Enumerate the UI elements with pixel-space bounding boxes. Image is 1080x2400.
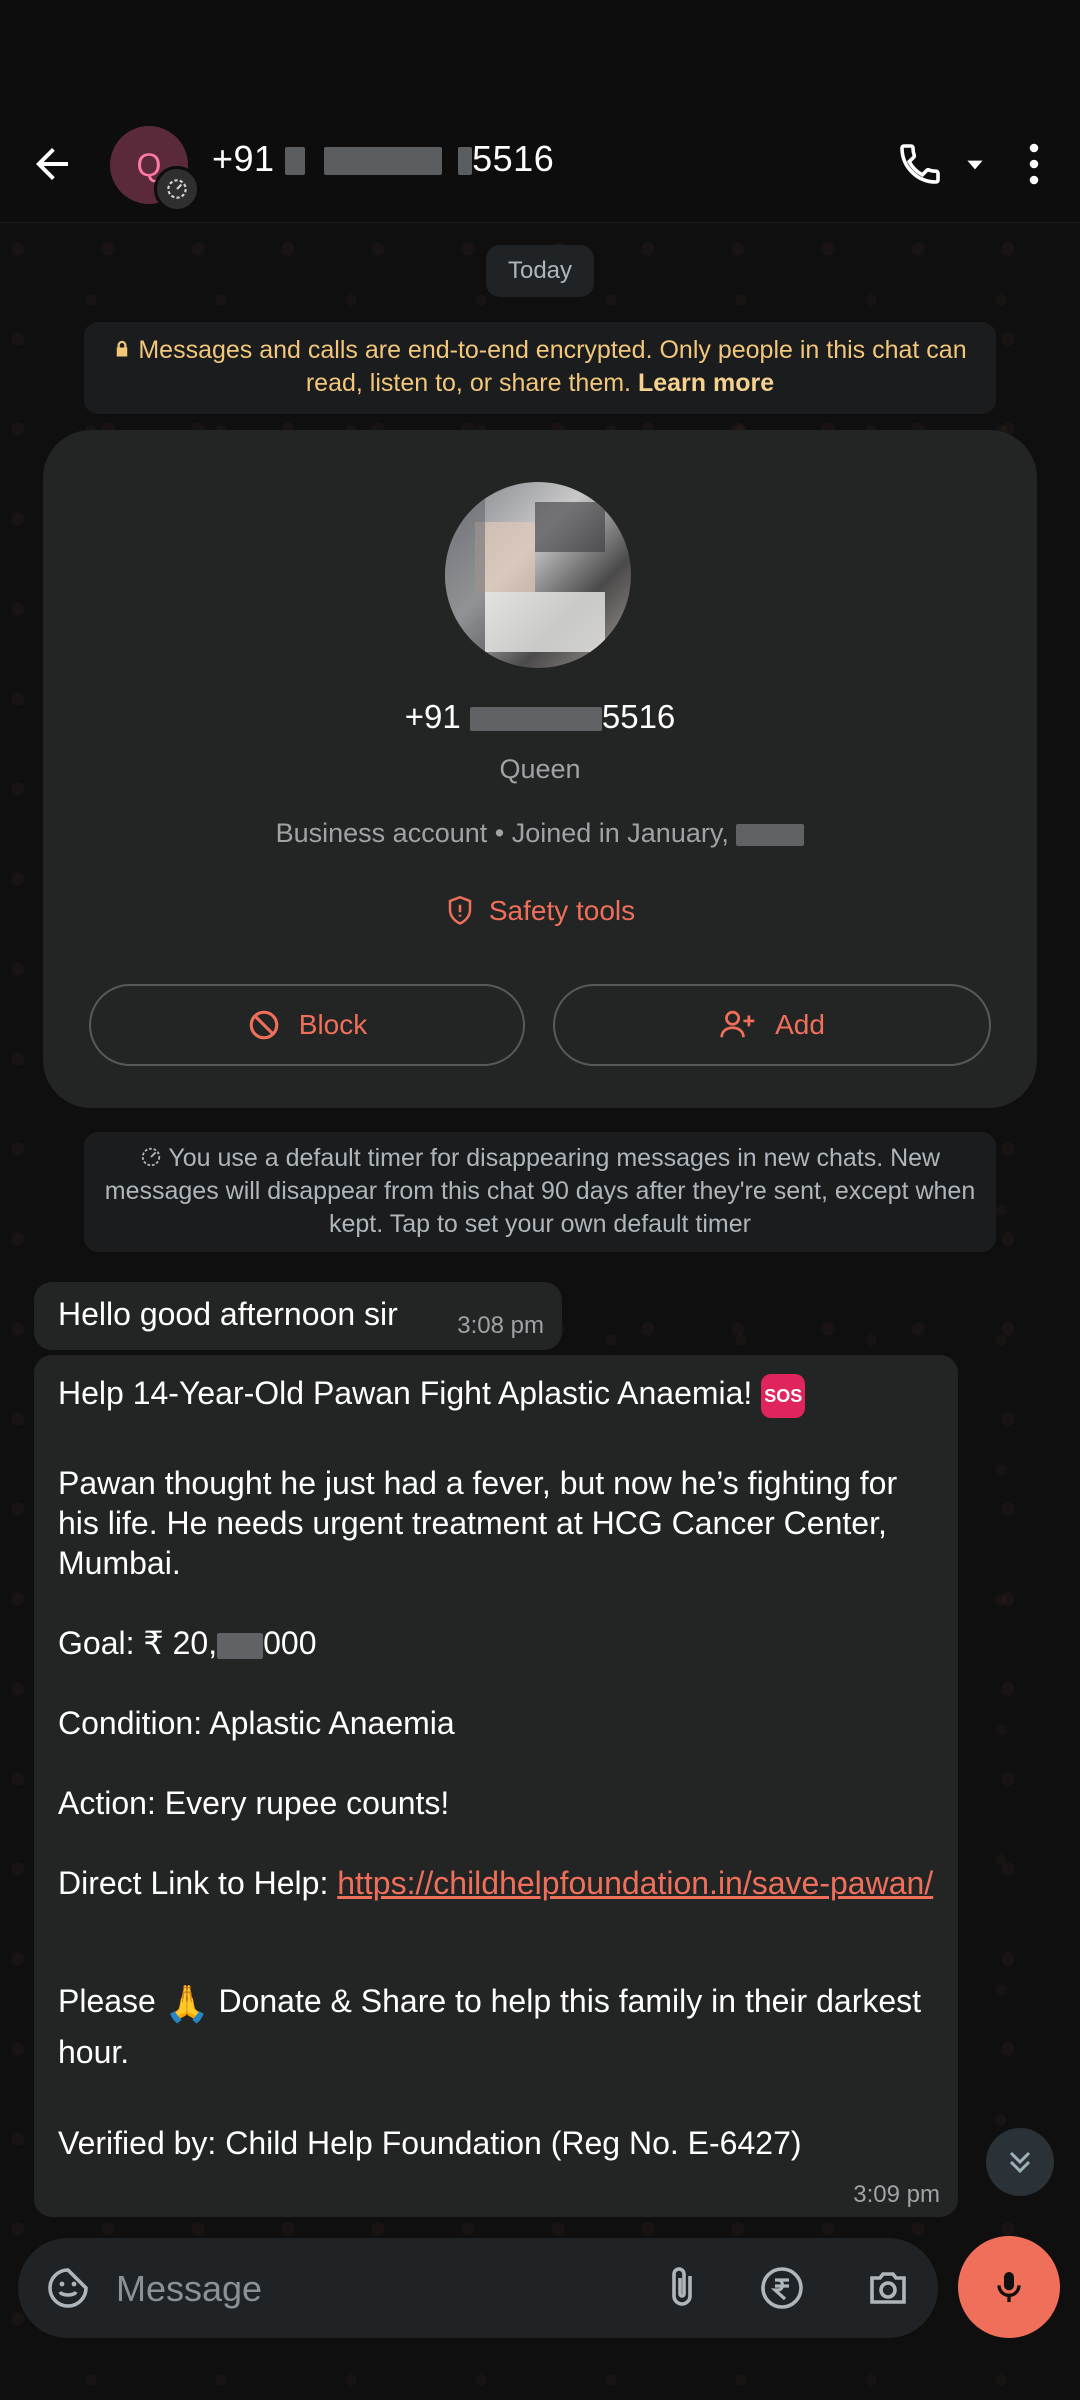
profile-name: Queen [499, 754, 581, 784]
message-text: Hello good afternoon sir [58, 1296, 398, 1332]
shield-icon [448, 895, 472, 925]
encryption-notice[interactable]: Messages and calls are end-to-end encryp… [84, 322, 996, 414]
disappearing-timer-notice[interactable]: You use a default timer for disappearing… [84, 1132, 996, 1252]
goal-suffix: 000 [263, 1625, 317, 1661]
double-chevron-down-icon [1009, 2151, 1031, 2174]
message-verified: Verified by: Child Help Foundation (Reg … [58, 2125, 802, 2161]
timer-icon [141, 1147, 161, 1167]
phone-icon[interactable] [896, 140, 944, 188]
title-prefix: +91 [212, 138, 275, 179]
timer-note-text: You use a default timer for disappearing… [104, 1144, 976, 1238]
profile-meta: Business account • Joined in January, [43, 818, 1037, 849]
pray-icon: 🙏 [164, 1982, 210, 2024]
redacted-digits [469, 707, 602, 732]
redacted-digits [458, 147, 473, 176]
sos-icon: SOS [761, 1373, 806, 1418]
message-goal: Goal: ₹ 20, 000 [58, 1623, 938, 1663]
back-arrow-icon[interactable] [28, 140, 76, 188]
message-time: 3:08 pm [457, 1312, 544, 1339]
title-suffix: 5516 [472, 138, 555, 179]
message-time: 3:09 pm [853, 2181, 940, 2208]
contact-title[interactable]: +91 5516 [212, 138, 554, 180]
timer-badge-icon [154, 166, 200, 212]
safety-tools-label: Safety tools [488, 895, 636, 926]
attach-icon[interactable] [658, 2264, 706, 2312]
message-link-line: Direct Link to Help: https://childhelpfo… [58, 1863, 938, 1903]
meta-text: Business account • Joined in January, [275, 818, 729, 848]
redacted-amount [217, 1632, 264, 1659]
encryption-text: Messages and calls are end-to-end encryp… [138, 336, 967, 397]
emoji-sticker-icon[interactable] [44, 2264, 92, 2312]
link-label: Direct Link to Help: [58, 1865, 329, 1901]
message-action: Action: Every rupee counts! [58, 1785, 450, 1821]
composer [18, 2238, 938, 2338]
chat-header: Q +91 5516 [0, 0, 1080, 223]
message-donate: Please 🙏 Donate & Share to help this fam… [58, 1977, 938, 2076]
scroll-to-bottom-button[interactable] [986, 2128, 1054, 2196]
profile-card: +91 5516 Queen Business account • Joined… [43, 430, 1037, 1108]
date-chip: Today [486, 245, 594, 297]
help-link[interactable]: https://childhelpfoundation.in/save-pawa… [337, 1865, 933, 1901]
message-bubble[interactable]: Hello good afternoon sir 3:08 pm [34, 1282, 562, 1350]
add-label: Add [775, 1009, 825, 1040]
message-condition: Condition: Aplastic Anaemia [58, 1705, 455, 1741]
more-vert-icon[interactable] [1018, 140, 1050, 188]
message-input[interactable] [114, 2258, 638, 2320]
learn-more-link[interactable]: Learn more [638, 369, 774, 397]
redacted-year [736, 823, 805, 846]
number-prefix: +91 [404, 698, 461, 735]
block-button[interactable]: Block [89, 984, 525, 1066]
rupee-icon[interactable] [758, 2264, 806, 2312]
safety-tools-link[interactable]: Safety tools [43, 894, 1037, 928]
message-paragraph: Pawan thought he just had a fever, but n… [58, 1465, 898, 1581]
lock-icon [117, 340, 128, 357]
message-bubble[interactable]: Help 14-Year-Old Pawan Fight Aplastic An… [34, 1355, 958, 2217]
title-text: Help 14-Year-Old Pawan Fight Aplastic An… [58, 1375, 753, 1411]
redacted-digits [323, 147, 442, 176]
add-person-icon [720, 1010, 755, 1038]
camera-icon[interactable] [864, 2264, 912, 2312]
profile-number: +91 5516 [43, 698, 1037, 736]
mic-icon [997, 2272, 1021, 2302]
mic-button[interactable] [958, 2236, 1060, 2338]
block-icon [249, 1010, 279, 1040]
redacted-digits [285, 147, 306, 176]
block-label: Block [298, 1009, 368, 1040]
message-title: Help 14-Year-Old Pawan Fight Aplastic An… [58, 1373, 938, 1418]
number-suffix: 5516 [601, 698, 676, 735]
add-contact-button[interactable]: Add [553, 984, 991, 1066]
caret-down-icon[interactable] [962, 152, 988, 178]
goal-prefix: Goal: ₹ 20, [58, 1625, 218, 1661]
please-text: Please [58, 1983, 156, 2019]
profile-photo[interactable] [445, 482, 631, 668]
